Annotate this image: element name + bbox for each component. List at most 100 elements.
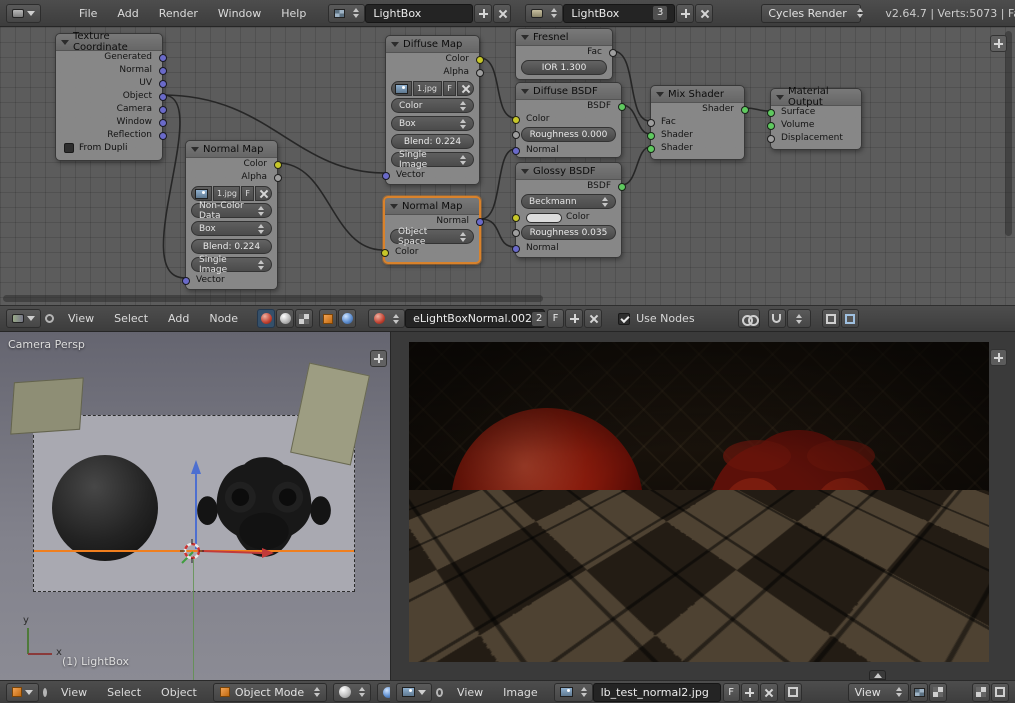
color-space-dropdown[interactable]: Color <box>391 98 474 113</box>
fake-user-button[interactable]: F <box>547 309 564 328</box>
input-socket[interactable] <box>512 147 520 155</box>
selected-plane-outline[interactable] <box>34 550 354 552</box>
image-name-field[interactable]: lb_test_normal2.jpg <box>593 683 721 702</box>
editor-type-button-3dview[interactable] <box>6 683 39 702</box>
screen-layout-delete-button[interactable] <box>493 4 511 23</box>
output-socket[interactable] <box>618 103 626 111</box>
input-socket[interactable] <box>381 249 389 257</box>
unlink-image-button[interactable] <box>255 186 272 201</box>
fake-user-button[interactable]: F <box>723 683 740 702</box>
viewport-shading-dropdown[interactable] <box>333 683 371 702</box>
input-socket[interactable] <box>182 277 190 285</box>
header-pin-icon[interactable] <box>436 688 443 697</box>
roughness-slider[interactable]: Roughness 0.000 <box>521 127 616 142</box>
output-socket[interactable] <box>476 218 484 226</box>
fake-user-button[interactable]: F <box>241 186 254 201</box>
output-socket[interactable] <box>609 49 617 57</box>
output-socket[interactable] <box>159 93 167 101</box>
tree-type-shader-button[interactable] <box>257 309 275 328</box>
node-fresnel[interactable]: Fresnel Fac IOR 1.300 <box>515 28 613 80</box>
space-dropdown[interactable]: Object Space <box>390 229 474 244</box>
node-header[interactable]: Mix Shader <box>651 86 744 103</box>
collapse-icon[interactable] <box>656 92 664 97</box>
horizontal-scrollbar[interactable] <box>3 295 543 302</box>
menu-file[interactable]: File <box>69 7 107 20</box>
menu-add[interactable]: Add <box>158 312 199 325</box>
node-mix-shader[interactable]: Mix Shader Shader Fac Shader Shader <box>650 85 745 160</box>
ior-slider[interactable]: IOR 1.300 <box>521 60 607 75</box>
menu-view[interactable]: View <box>58 312 104 325</box>
collapse-icon[interactable] <box>61 40 69 45</box>
screen-layout-name-field[interactable]: LightBox <box>365 4 473 23</box>
blend-slider[interactable]: Blend: 0.224 <box>391 134 474 149</box>
output-socket[interactable] <box>159 80 167 88</box>
node-link[interactable] <box>278 163 383 250</box>
node-header[interactable]: Glossy BSDF <box>516 163 621 180</box>
menu-select[interactable]: Select <box>104 312 158 325</box>
use-nodes-checkbox[interactable] <box>618 313 630 325</box>
source-dropdown[interactable]: Single Image <box>191 257 272 272</box>
region-expand-button[interactable] <box>990 35 1007 52</box>
node-diffuse-map[interactable]: Diffuse Map Color Alpha 1.jpg F Color Bo… <box>385 35 480 185</box>
snap-toggle-button[interactable] <box>768 309 786 328</box>
screen-layout-add-button[interactable] <box>474 4 492 23</box>
collapse-icon[interactable] <box>391 42 399 47</box>
image-name-field[interactable]: 1.jpg <box>413 81 442 96</box>
paste-node-button[interactable] <box>841 309 859 328</box>
node-header[interactable]: Material Output <box>771 89 861 106</box>
unlink-image-button[interactable] <box>457 81 474 96</box>
node-header[interactable]: Normal Map <box>186 141 277 158</box>
output-socket[interactable] <box>159 67 167 75</box>
view-mode-dropdown[interactable]: View <box>848 683 909 702</box>
channel-rgba-button[interactable] <box>929 683 947 702</box>
region-expand-button[interactable] <box>990 349 1007 366</box>
node-editor-canvas[interactable]: Texture Coordinate Generated Normal UV O… <box>0 27 1015 305</box>
blend-slider[interactable]: Blend: 0.224 <box>191 239 272 254</box>
input-socket[interactable] <box>647 119 655 127</box>
image-unlink-button[interactable] <box>760 683 778 702</box>
node-header[interactable]: Fresnel <box>516 29 612 46</box>
distribution-dropdown[interactable]: Beckmann <box>521 194 616 209</box>
input-socket[interactable] <box>767 135 775 143</box>
menu-node[interactable]: Node <box>199 312 248 325</box>
header-pin-icon[interactable] <box>43 688 47 697</box>
input-socket[interactable] <box>512 214 520 222</box>
mode-dropdown[interactable]: Object Mode <box>213 683 327 702</box>
collapse-icon[interactable] <box>521 35 529 40</box>
node-header[interactable]: Texture Coordinate <box>56 34 162 51</box>
menu-view[interactable]: View <box>51 686 97 699</box>
material-users-badge[interactable]: 2 <box>532 312 546 326</box>
collapse-icon[interactable] <box>521 89 529 94</box>
menu-add[interactable]: Add <box>107 7 148 20</box>
editor-type-button-node[interactable] <box>6 309 41 328</box>
input-socket[interactable] <box>767 122 775 130</box>
material-add-button[interactable] <box>565 309 583 328</box>
menu-help[interactable]: Help <box>271 7 316 20</box>
output-socket[interactable] <box>618 183 626 191</box>
node-texture-coordinate[interactable]: Texture Coordinate Generated Normal UV O… <box>55 33 163 161</box>
copy-node-button[interactable] <box>822 309 840 328</box>
input-socket[interactable] <box>512 131 520 139</box>
image-add-button[interactable] <box>741 683 759 702</box>
output-socket[interactable] <box>159 119 167 127</box>
node-normal-map-image[interactable]: Normal Map Color Alpha 1.jpg F Non-Color… <box>185 140 278 290</box>
output-socket[interactable] <box>274 161 282 169</box>
channel-rgb-button[interactable] <box>910 683 928 702</box>
render-engine-dropdown[interactable]: Cycles Render <box>761 4 861 23</box>
image-name-field[interactable]: 1.jpg <box>213 186 240 201</box>
scene-name-field[interactable]: LightBox 3 <box>563 4 675 23</box>
snap-mode-dropdown[interactable] <box>787 309 811 328</box>
use-nodes-toggle[interactable]: Use Nodes <box>618 312 695 325</box>
tree-type-compositing-button[interactable] <box>276 309 294 328</box>
collapse-icon[interactable] <box>390 204 398 209</box>
material-name-field[interactable]: eLightBoxNormal.002 2 <box>405 309 545 328</box>
link-nodes-button[interactable] <box>738 309 760 328</box>
tree-type-texture-button[interactable] <box>295 309 313 328</box>
node-header[interactable]: Diffuse BSDF <box>516 83 621 100</box>
input-socket[interactable] <box>512 229 520 237</box>
output-socket[interactable] <box>476 69 484 77</box>
fake-user-button[interactable]: F <box>443 81 456 96</box>
hidden-panel-arrow[interactable] <box>869 670 886 680</box>
world-context-button[interactable] <box>338 309 356 328</box>
output-socket[interactable] <box>274 174 282 182</box>
